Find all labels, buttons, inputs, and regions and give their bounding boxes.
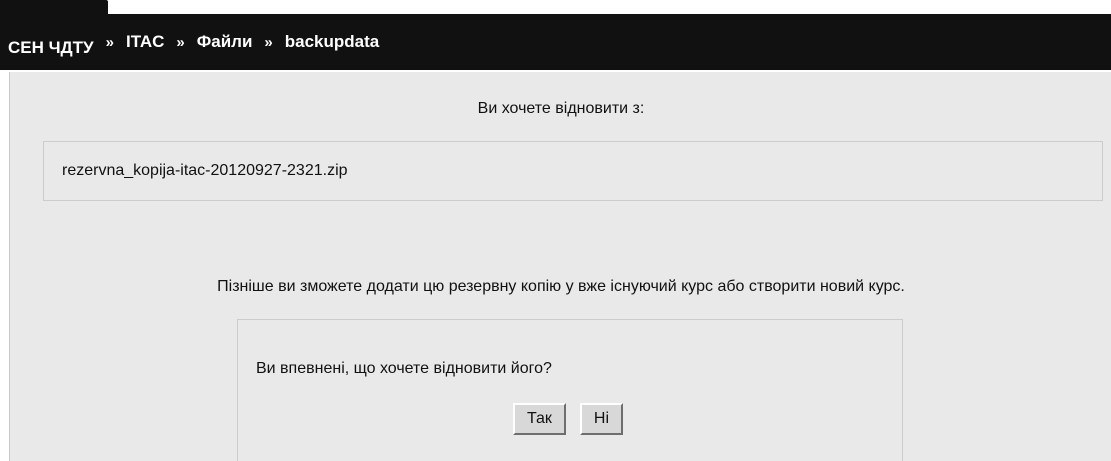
yes-button[interactable]: Так bbox=[512, 403, 566, 435]
restore-panel: Ви хочете відновити з: rezervna_kopija-i… bbox=[9, 72, 1111, 461]
confirm-question: Ви впевнені, що хочете відновити його? bbox=[256, 360, 552, 377]
breadcrumb-separator: » bbox=[105, 33, 114, 51]
breadcrumb: СЕН ЧДТУ » ITAC » Файли » backupdata bbox=[8, 14, 379, 70]
restore-prompt: Ви хочете відновити з: bbox=[477, 100, 645, 117]
breadcrumb-current: backupdata bbox=[284, 32, 380, 51]
breadcrumb-home-link[interactable]: СЕН ЧДТУ bbox=[8, 26, 94, 58]
header: СЕН ЧДТУ » ITAC » Файли » backupdata bbox=[0, 0, 1111, 70]
breadcrumb-course-link[interactable]: ITAC bbox=[126, 32, 164, 52]
breadcrumb-files-link[interactable]: Файли bbox=[197, 32, 253, 52]
restore-info-text: Пізніше ви зможете додати цю резервну ко… bbox=[217, 278, 905, 295]
file-box: rezervna_kopija-itac-20120927-2321.zip bbox=[43, 141, 1103, 201]
breadcrumb-separator: » bbox=[264, 33, 273, 51]
backup-file-name: rezervna_kopija-itac-20120927-2321.zip bbox=[62, 162, 348, 179]
confirm-dialog: Ви впевнені, що хочете відновити його? Т… bbox=[237, 319, 903, 461]
confirm-buttons: Так Ні bbox=[238, 403, 904, 435]
breadcrumb-separator: » bbox=[176, 33, 185, 51]
no-button[interactable]: Ні bbox=[579, 403, 624, 435]
